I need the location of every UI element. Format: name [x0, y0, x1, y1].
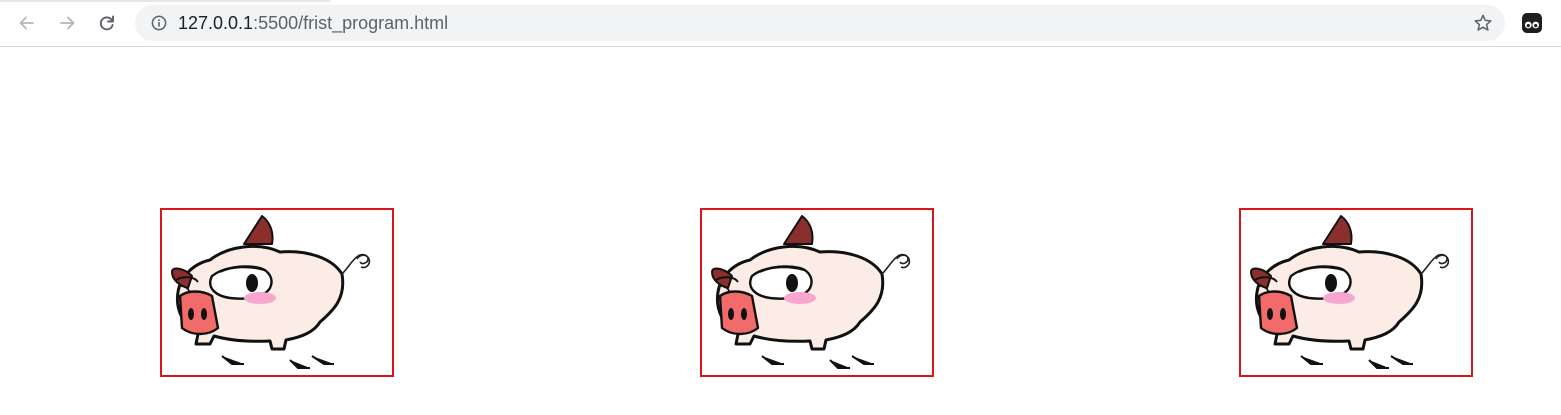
pig-illustration [1250, 215, 1450, 369]
forward-button[interactable] [51, 7, 83, 39]
pig-illustration [711, 215, 911, 369]
pig-image-1 [160, 208, 394, 377]
address-bar[interactable]: 127.0.0.1:5500/frist_program.html [135, 5, 1505, 41]
url-path: :5500/frist_program.html [253, 13, 449, 33]
arrow-right-icon [60, 16, 75, 30]
url-host: 127.0.0.1 [178, 13, 254, 33]
arrow-left-icon [19, 16, 34, 30]
page-content [0, 47, 1561, 415]
browser-toolbar: 127.0.0.1:5500/frist_program.html [0, 0, 1561, 47]
pig-image-2 [700, 208, 934, 377]
back-button[interactable] [11, 7, 43, 39]
url-text[interactable]: 127.0.0.1:5500/frist_program.html [178, 13, 448, 33]
star-icon[interactable] [1473, 13, 1493, 33]
extension-icon [1522, 13, 1542, 33]
pig-illustration [171, 215, 371, 369]
info-icon[interactable] [151, 15, 167, 31]
reload-icon [99, 15, 114, 31]
tab-strip [0, 0, 330, 2]
extension-button[interactable] [1518, 9, 1546, 37]
reload-button[interactable] [91, 7, 123, 39]
pig-image-3 [1239, 208, 1473, 377]
